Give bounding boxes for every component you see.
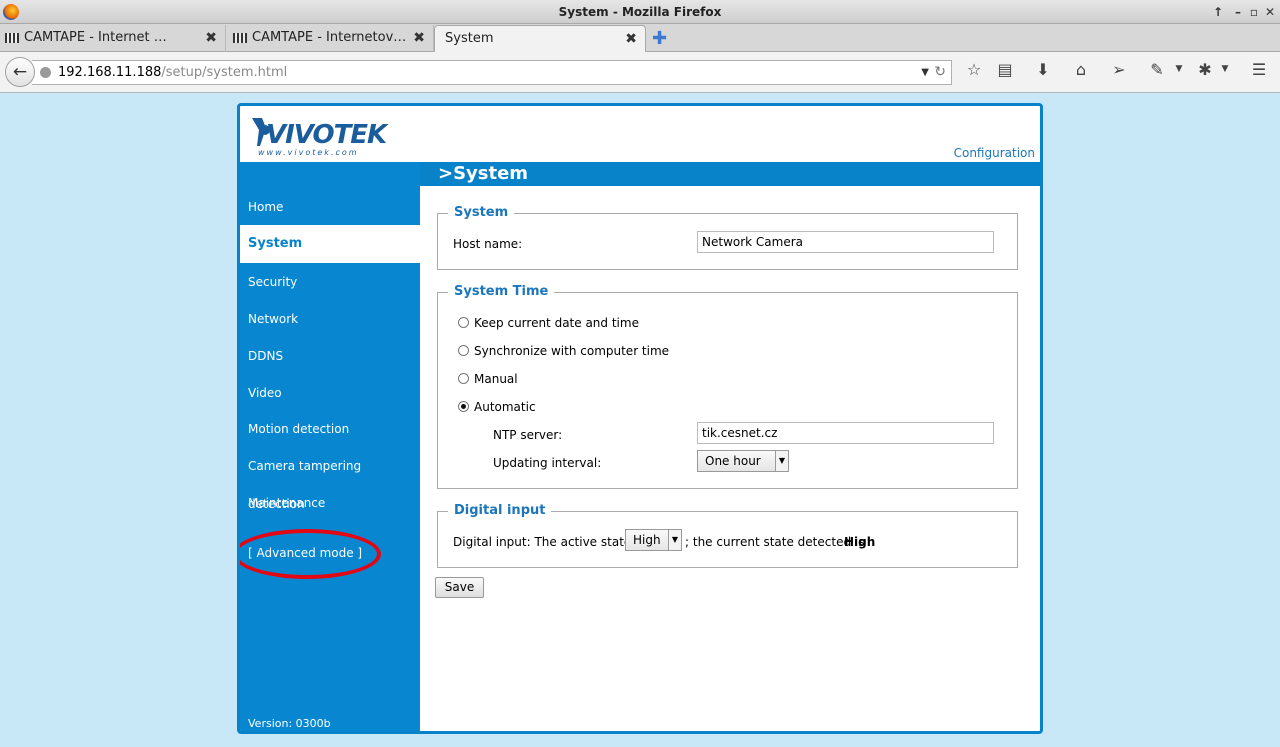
sidebar-item-system[interactable]: System [240, 225, 420, 263]
firefox-icon [3, 4, 19, 20]
sidebar-item-network[interactable]: Network [240, 300, 420, 338]
logo-url: www.vivotek.com [258, 148, 359, 157]
current-state-text: ; the current state detected is [685, 535, 865, 549]
chevron-down-icon: ▼ [775, 451, 788, 471]
host-name-label: Host name: [453, 237, 523, 251]
sidebar-item-maintenance[interactable]: Maintenance [240, 484, 420, 522]
home-icon[interactable]: ⌂ [1070, 60, 1092, 79]
save-button[interactable]: Save [435, 577, 484, 598]
globe-icon [40, 67, 51, 78]
reload-icon[interactable]: ↻ [934, 61, 946, 84]
digital-input-legend: Digital input [448, 503, 552, 518]
sidebar-item-camera-tampering[interactable]: Camera tampering detection [240, 447, 420, 511]
window-minimize-icon[interactable]: – [1230, 0, 1246, 24]
send-icon[interactable]: ➢ [1108, 60, 1130, 79]
system-fieldset: System Host name: Network Camera [437, 205, 1018, 270]
url-bar[interactable]: 192.168.11.188/setup/system.html ▼ ↻ [32, 60, 952, 85]
option-label: Keep current date and time [474, 316, 639, 330]
window-close-icon[interactable]: ✕ [1262, 0, 1278, 24]
sidebar-item-security[interactable]: Security [240, 263, 420, 301]
option-label: Synchronize with computer time [474, 344, 670, 358]
camera-config-page: VIVOTEK www.vivotek.com Configuration Ho… [237, 103, 1043, 734]
sidebar-item-ddns[interactable]: DDNS [240, 337, 420, 375]
menu-icon[interactable]: ☰ [1248, 60, 1270, 79]
radio-automatic[interactable] [458, 401, 469, 412]
back-button[interactable]: ← [5, 57, 35, 87]
window-up-icon[interactable]: ↑ [1210, 0, 1226, 24]
system-time-fieldset: System Time Keep current date and time S… [437, 284, 1018, 489]
close-tab-icon[interactable]: ✖ [625, 26, 637, 52]
close-tab-icon[interactable]: ✖ [413, 25, 425, 51]
tab-label: CAMTAPE - Internet … [24, 30, 167, 45]
active-state-select[interactable]: High ▼ [625, 529, 682, 551]
window-title: System - Mozilla Firefox [558, 5, 722, 19]
eyedropper-dropdown-icon[interactable]: ▼ [1168, 64, 1190, 74]
page-title: >System [420, 162, 1040, 186]
sidebar-item-home[interactable]: Home [240, 188, 420, 226]
updating-interval-label: Updating interval: [493, 456, 602, 470]
ntp-server-label: NTP server: [493, 428, 563, 442]
digital-input-fieldset: Digital input Digital input: The active … [437, 503, 1018, 568]
eyedropper-icon[interactable]: ✎ [1146, 60, 1168, 79]
url-history-dropdown-icon[interactable]: ▼ [921, 61, 929, 84]
film-icon [233, 33, 247, 43]
select-value: High [633, 533, 661, 547]
system-time-legend: System Time [448, 284, 555, 299]
updating-interval-select[interactable]: One hour ▼ [697, 450, 789, 472]
reading-list-icon[interactable]: ▤ [994, 60, 1016, 79]
sidebar-item-video[interactable]: Video [240, 374, 420, 412]
select-value: One hour [705, 454, 761, 468]
radio-manual[interactable] [458, 373, 469, 384]
tab-label: System [445, 31, 494, 46]
ntp-server-input[interactable]: tik.cesnet.cz [697, 422, 994, 444]
tab-camtape-1[interactable]: CAMTAPE - Internet … ✖ [2, 25, 226, 52]
film-icon [5, 33, 19, 43]
current-state-value: High [844, 535, 876, 549]
close-tab-icon[interactable]: ✖ [205, 25, 217, 51]
option-label: Automatic [474, 400, 536, 414]
host-name-input[interactable]: Network Camera [697, 231, 994, 253]
tab-strip: CAMTAPE - Internet … ✖ CAMTAPE - Interne… [0, 24, 1280, 53]
download-icon[interactable]: ⬇ [1032, 60, 1054, 79]
sidebar-menu: Home System Security Network DDNS Video … [240, 162, 420, 731]
radio-sync-computer[interactable] [458, 345, 469, 356]
addon-dropdown-icon[interactable]: ▼ [1214, 64, 1236, 74]
option-label: Manual [474, 372, 518, 386]
digital-input-text: Digital input: The active state is [453, 535, 645, 549]
sidebar-item-motion-detection[interactable]: Motion detection [240, 410, 420, 448]
chevron-down-icon: ▼ [668, 530, 681, 550]
window-titlebar: System - Mozilla Firefox ↑ – ▫ ✕ [0, 0, 1280, 24]
tab-camtape-2[interactable]: CAMTAPE - Internetov… ✖ [230, 25, 434, 52]
url-path: /setup/system.html [161, 65, 288, 80]
new-tab-icon[interactable]: ✚ [652, 28, 667, 49]
version-label: Version: 0300b [248, 717, 331, 730]
annotation-ellipse [240, 529, 381, 579]
window-maximize-icon[interactable]: ▫ [1246, 0, 1262, 24]
tab-label: CAMTAPE - Internetov… [252, 30, 407, 45]
radio-keep-current[interactable] [458, 317, 469, 328]
vivotek-logo: VIVOTEK www.vivotek.com [250, 114, 400, 160]
system-legend: System [448, 205, 515, 220]
logo-wordmark: VIVOTEK [266, 120, 387, 150]
bookmark-star-icon[interactable]: ☆ [963, 60, 985, 79]
url-host: 192.168.11.188 [58, 65, 162, 80]
addon-icon[interactable]: ✱ [1194, 60, 1216, 79]
configuration-link[interactable]: Configuration [954, 146, 1035, 160]
tab-system[interactable]: System ✖ [434, 25, 646, 53]
